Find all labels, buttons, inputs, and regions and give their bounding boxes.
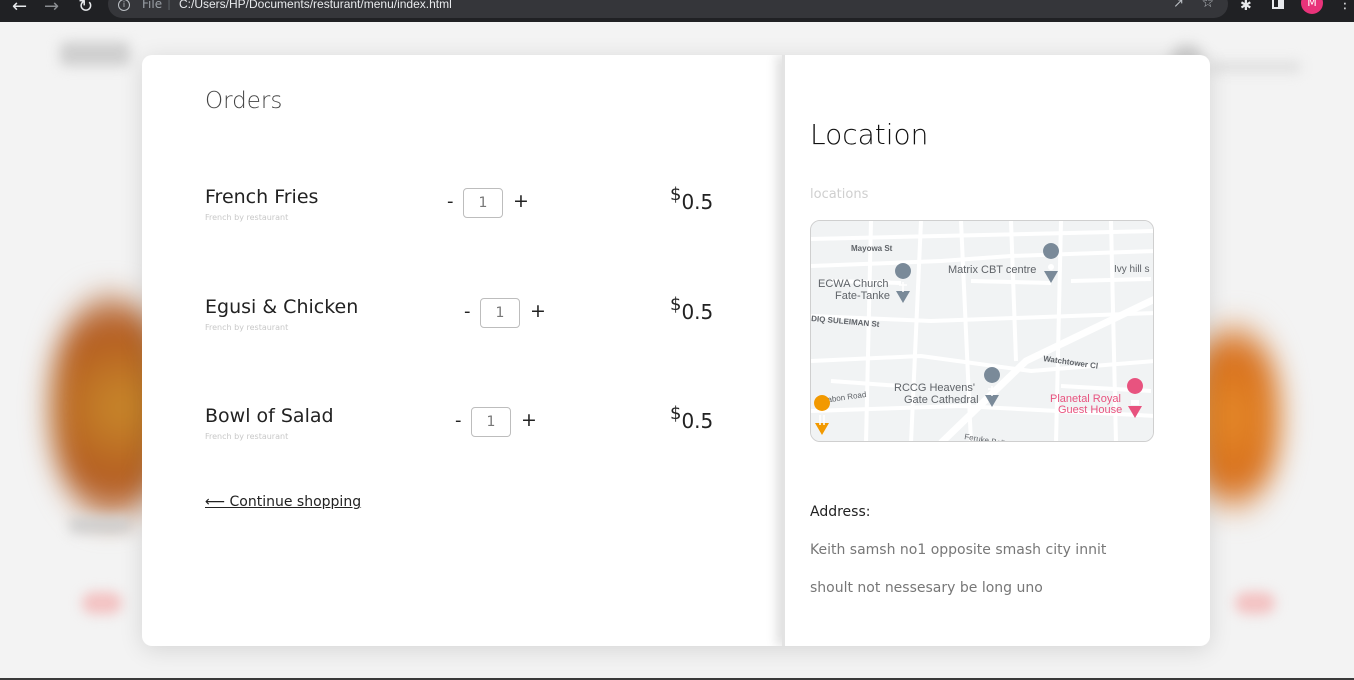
quantity-input[interactable]: 1 xyxy=(463,188,503,218)
address-line: Keith samsh no1 opposite smash city inni… xyxy=(810,542,1107,558)
browser-toolbar: ← → ↻ i File | C:/Users/HP/Documents/res… xyxy=(0,0,1354,22)
decrease-button[interactable]: - xyxy=(455,410,462,431)
address-line: shoult not nessesary be long uno xyxy=(810,580,1043,596)
reload-icon[interactable]: ↻ xyxy=(78,0,93,18)
url-text[interactable]: C:/Users/HP/Documents/resturant/menu/ind… xyxy=(179,0,452,11)
decrease-button[interactable]: - xyxy=(464,301,471,322)
background-text xyxy=(70,517,130,533)
orders-title: Orders xyxy=(205,88,283,114)
divider: | xyxy=(167,0,172,10)
order-item: French Fries French by restaurant - 1 + … xyxy=(205,184,765,236)
quantity-input[interactable]: 1 xyxy=(471,407,511,437)
side-panel-icon[interactable] xyxy=(1272,0,1284,9)
background-button xyxy=(1235,592,1275,614)
location-map[interactable]: Mayowa St Matrix CBT centre Ivy hill s E… xyxy=(810,220,1154,442)
order-item: Bowl of Salad French by restaurant - 1 +… xyxy=(205,403,765,455)
map-canvas: Mayowa St Matrix CBT centre Ivy hill s E… xyxy=(811,221,1153,441)
item-subtitle: French by restaurant xyxy=(205,323,289,332)
location-panel: Location locations Mayowa St Matrix CBT … xyxy=(782,55,1210,646)
menu-kebab-icon[interactable]: ⋮ xyxy=(1338,0,1352,12)
item-price: $0.5 xyxy=(670,184,713,214)
order-item: Egusi & Chicken French by restaurant - 1… xyxy=(205,294,765,346)
map-place-label: Ivy hill s xyxy=(1114,264,1150,275)
item-name: Bowl of Salad xyxy=(205,405,334,427)
map-place-label: Gate Cathedral xyxy=(904,394,979,406)
increase-button[interactable]: + xyxy=(513,190,529,212)
forward-arrow-icon[interactable]: → xyxy=(44,0,59,18)
item-subtitle: French by restaurant xyxy=(205,432,289,441)
address-label: Address: xyxy=(810,504,871,520)
location-select[interactable]: locations xyxy=(810,187,868,202)
orders-panel: Orders French Fries French by restaurant… xyxy=(142,55,782,646)
info-icon[interactable]: i xyxy=(118,0,130,11)
background-text xyxy=(1210,62,1300,72)
price-value: 0.5 xyxy=(681,300,714,324)
bookmark-star-icon[interactable]: ☆ xyxy=(1201,0,1214,11)
decrease-button[interactable]: - xyxy=(447,191,454,212)
map-street-label: Mayowa St xyxy=(851,244,893,253)
currency-symbol: $ xyxy=(670,184,682,205)
profile-avatar[interactable]: M xyxy=(1301,0,1323,14)
increase-button[interactable]: + xyxy=(530,300,546,322)
item-name: Egusi & Chicken xyxy=(205,296,359,318)
location-title: Location xyxy=(810,118,929,151)
item-name: French Fries xyxy=(205,186,319,208)
map-place-label: Guest House xyxy=(1058,404,1122,416)
background-logo xyxy=(60,42,130,66)
currency-symbol: $ xyxy=(670,403,682,424)
quantity-input[interactable]: 1 xyxy=(480,298,520,328)
map-place-label: Matrix CBT centre xyxy=(948,264,1036,276)
order-modal: Orders French Fries French by restaurant… xyxy=(142,55,1210,646)
share-icon[interactable]: ↗ xyxy=(1173,0,1184,11)
address-bar[interactable]: i File | C:/Users/HP/Documents/resturant… xyxy=(108,0,1228,18)
map-place-label: Fate-Tanke xyxy=(835,290,890,302)
map-place-label: RCCG Heavens' xyxy=(894,382,975,394)
item-price: $0.5 xyxy=(670,294,713,324)
item-subtitle: French by restaurant xyxy=(205,213,289,222)
back-arrow-icon[interactable]: ← xyxy=(12,0,27,18)
background-button xyxy=(82,592,122,614)
continue-shopping-link[interactable]: ⟵ Continue shopping xyxy=(205,494,361,510)
map-place-label: ECWA Church xyxy=(818,278,889,290)
currency-symbol: $ xyxy=(670,294,682,315)
extensions-puzzle-icon[interactable]: ✱ xyxy=(1240,0,1252,14)
scheme-label: File xyxy=(142,0,163,11)
price-value: 0.5 xyxy=(681,409,714,433)
price-value: 0.5 xyxy=(681,190,714,214)
item-price: $0.5 xyxy=(670,403,713,433)
increase-button[interactable]: + xyxy=(521,409,537,431)
